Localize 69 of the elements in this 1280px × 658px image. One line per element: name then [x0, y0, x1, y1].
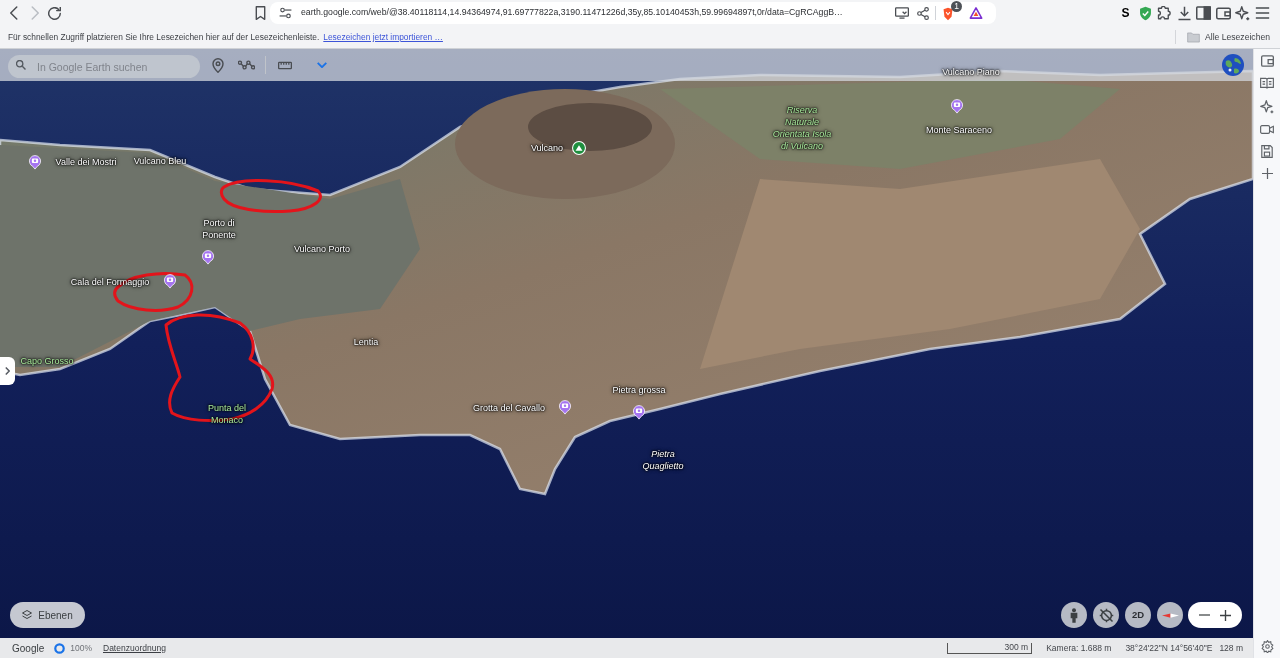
settings-icon[interactable] [1260, 640, 1274, 653]
wallet-icon[interactable] [1215, 6, 1231, 20]
menu-icon[interactable] [1254, 7, 1270, 19]
map-label[interactable]: Capo Grosso [20, 355, 74, 367]
load-percent: 100% [70, 641, 92, 655]
map-scale-bar: 300 m [947, 642, 1033, 654]
download-icon[interactable] [1176, 5, 1192, 21]
compass-needle-icon [1161, 612, 1179, 618]
reload-icon[interactable] [47, 6, 61, 20]
map-label[interactable]: Vulcano [530, 142, 564, 154]
camera-marker-icon[interactable] [163, 273, 177, 289]
camera-marker-icon[interactable] [632, 404, 646, 420]
map-label[interactable]: Vulcano Piano [942, 66, 1000, 78]
zoom-in-icon[interactable] [1220, 609, 1231, 621]
share-icon[interactable] [917, 6, 929, 20]
bookmark-icon[interactable] [255, 6, 266, 20]
import-bookmarks-link[interactable]: Lesezeichen jetzt importieren … [323, 30, 443, 44]
map-label[interactable]: Grotta del Cavallo [473, 402, 545, 414]
sidebar-icon[interactable] [1196, 6, 1211, 20]
map-label[interactable]: Valle dei Mostri [55, 156, 117, 168]
bookmarks-hint: Für schnellen Zugriff platzieren Sie Ihre Lesezeichen hier auf der Lesezeichenleiste. [8, 30, 320, 44]
monitor-icon[interactable] [895, 7, 909, 19]
map-label[interactable]: Riserva Naturale Orientata Isola di Vulcano [772, 104, 832, 152]
map-label[interactable]: Lentia [353, 336, 379, 348]
coordinates: 38°24'22"N 14°56'40"E [1125, 641, 1213, 655]
globe-avatar-icon[interactable] [1222, 54, 1244, 76]
side-panel-toggle[interactable] [0, 357, 15, 385]
camera-marker-icon[interactable] [558, 399, 572, 415]
mountain-marker-icon[interactable] [572, 141, 586, 155]
search-icon [16, 60, 26, 70]
plus-icon[interactable] [1261, 168, 1273, 179]
map-label[interactable]: Vulcano Bleu [133, 155, 187, 167]
data-attribution-link[interactable]: Datenzuordnung [103, 641, 166, 655]
person-icon [1070, 607, 1078, 623]
puzzle-icon[interactable] [1157, 5, 1172, 21]
map-label[interactable]: Porto di Ponente [202, 217, 236, 241]
chevron-right-icon [5, 367, 10, 375]
map-label[interactable]: Pietra grossa [612, 384, 666, 396]
card-icon[interactable] [1260, 55, 1274, 67]
map-label[interactable]: Vulcano Porto [293, 243, 351, 255]
layers-button[interactable]: Ebenen [10, 602, 85, 628]
camera-altitude: Kamera: 1.688 m [1046, 641, 1112, 655]
map-pin-icon[interactable] [212, 57, 224, 73]
camera-marker-icon[interactable] [201, 249, 215, 265]
connected-dots-icon[interactable] [238, 60, 255, 70]
triangle-icon[interactable] [969, 7, 983, 19]
sparkle-icon[interactable] [1235, 5, 1250, 21]
map-label[interactable]: Monte Saraceno [926, 124, 992, 136]
shield-check-icon[interactable] [1137, 5, 1153, 21]
address-bar[interactable]: earth.google.com/web/@38.40118114,14.94364974,91.69777822a,3190.11471226d,35y,85.10140453h,59.99694897t,0r/data=CgRCAggB… 1 [270, 2, 996, 24]
elevation: 128 m [1219, 641, 1243, 655]
all-bookmarks-button[interactable]: Alle Lesezeichen [1205, 30, 1270, 44]
video-icon[interactable] [1260, 124, 1274, 135]
sliders-icon[interactable] [279, 7, 292, 19]
notification-badge: 1 [951, 0, 962, 12]
google-wordmark: Google [12, 641, 45, 656]
ruler-icon[interactable] [278, 60, 292, 70]
book-icon[interactable] [1260, 77, 1274, 90]
lion-shield-icon[interactable] [942, 6, 954, 21]
url-text[interactable]: earth.google.com/web/@38.40118114,14.94364974,91.69777822a,3190.11471226d,35y,85.10140453h,59.99694897t,0r/data=CgRCAggB… [301, 6, 843, 20]
search-field[interactable]: In Google Earth suchen [8, 55, 200, 78]
map-label[interactable]: Pietra Quaglietto [642, 448, 684, 472]
sparkle-icon[interactable] [1260, 100, 1274, 114]
layers-icon [22, 610, 33, 620]
crossed-target-icon [1098, 607, 1114, 623]
camera-marker-icon[interactable] [28, 154, 42, 170]
camera-marker-icon[interactable] [950, 98, 964, 114]
extension-button[interactable]: S [1118, 6, 1133, 20]
loading-ring-icon [54, 642, 66, 654]
